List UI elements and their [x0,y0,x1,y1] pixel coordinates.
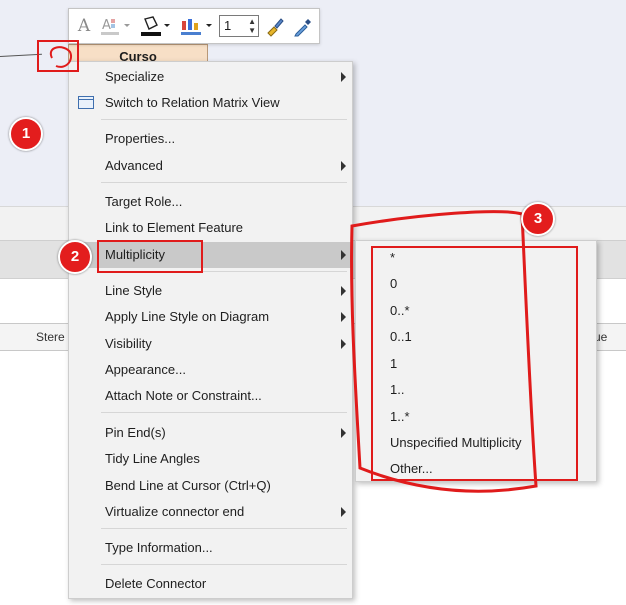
menu-item-label: Type Information... [105,540,213,555]
submenu-arrow-icon [341,250,346,260]
menu-item-label: Advanced [105,158,163,173]
annotation-badge-1: 1 [9,117,43,151]
menu-item-apply-line-style[interactable]: Apply Line Style on Diagram [69,304,352,330]
submenu-arrow-icon [341,339,346,349]
annotation-highlight-multiplicity [97,240,203,273]
fill-color-icon[interactable] [139,15,173,37]
menu-item-properties[interactable]: Properties... [69,126,352,152]
menu-item-label: Delete Connector [105,576,207,591]
menu-item-label: Pin End(s) [105,425,166,440]
submenu-arrow-icon [341,161,346,171]
menu-item-type-information[interactable]: Type Information... [69,535,352,561]
menu-item-link-element-feature[interactable]: Link to Element Feature [69,215,352,241]
svg-text:A: A [102,18,111,33]
format-toolbar: A A 1 ▲ ▼ [68,8,320,44]
menu-item-bend-line[interactable]: Bend Line at Cursor (Ctrl+Q) [69,473,352,499]
menu-item-specialize[interactable]: Specialize [69,64,352,90]
grid-column-header[interactable]: Stere [36,330,65,344]
menu-item-visibility[interactable]: Visibility [69,331,352,357]
menu-item-label: Appearance... [105,362,186,377]
menu-item-line-style[interactable]: Line Style [69,278,352,304]
menu-item-label: Visibility [105,336,152,351]
menu-item-target-role[interactable]: Target Role... [69,189,352,215]
annotation-highlight-connector-end [37,40,79,72]
menu-item-label: Tidy Line Angles [105,451,200,466]
menu-separator [101,119,347,120]
spinner-arrows-icon[interactable]: ▲ ▼ [248,17,256,35]
menu-item-label: Line Style [105,283,163,298]
menu-separator [101,528,347,529]
menu-item-label: Link to Element Feature [105,220,244,235]
menu-separator [101,182,347,183]
menu-item-label: Switch to Relation Matrix View [105,95,280,110]
line-width-value[interactable]: 1 [224,18,231,33]
line-width-spinner[interactable]: 1 ▲ ▼ [219,15,259,37]
relation-matrix-icon [78,96,94,109]
submenu-arrow-icon [341,72,346,82]
annotation-badge-3: 3 [521,202,555,236]
font-icon[interactable]: A [73,15,95,37]
menu-item-attach-note[interactable]: Attach Note or Constraint... [69,383,352,409]
submenu-arrow-icon [341,428,346,438]
format-painter-icon[interactable] [263,15,287,37]
menu-item-advanced[interactable]: Advanced [69,153,352,179]
submenu-arrow-icon [341,312,346,322]
annotation-highlight-submenu [371,246,578,481]
menu-item-virtualize-connector-end[interactable]: Virtualize connector end [69,499,352,525]
eyedropper-icon[interactable] [291,15,315,37]
menu-item-label: Attach Note or Constraint... [105,388,262,403]
menu-item-label: Target Role... [105,194,183,209]
menu-item-label: Apply Line Style on Diagram [105,309,270,324]
text-color-icon[interactable]: A [99,15,133,37]
menu-item-label: Specialize [105,69,165,84]
submenu-arrow-icon [341,507,346,517]
menu-item-pin-ends[interactable]: Pin End(s) [69,420,352,446]
annotation-badge-2: 2 [58,240,92,274]
menu-item-relation-matrix[interactable]: Switch to Relation Matrix View [69,90,352,116]
menu-item-appearance[interactable]: Appearance... [69,357,352,383]
menu-item-label: Virtualize connector end [105,504,245,519]
context-menu: Specialize Switch to Relation Matrix Vie… [68,61,353,599]
menu-separator [101,564,347,565]
line-color-icon[interactable] [179,15,217,37]
submenu-arrow-icon [341,286,346,296]
menu-item-delete-connector[interactable]: Delete Connector [69,571,352,597]
menu-separator [101,412,347,413]
menu-item-label: Properties... [105,131,176,146]
menu-item-label: Bend Line at Cursor (Ctrl+Q) [105,478,271,493]
menu-item-tidy-line-angles[interactable]: Tidy Line Angles [69,446,352,472]
